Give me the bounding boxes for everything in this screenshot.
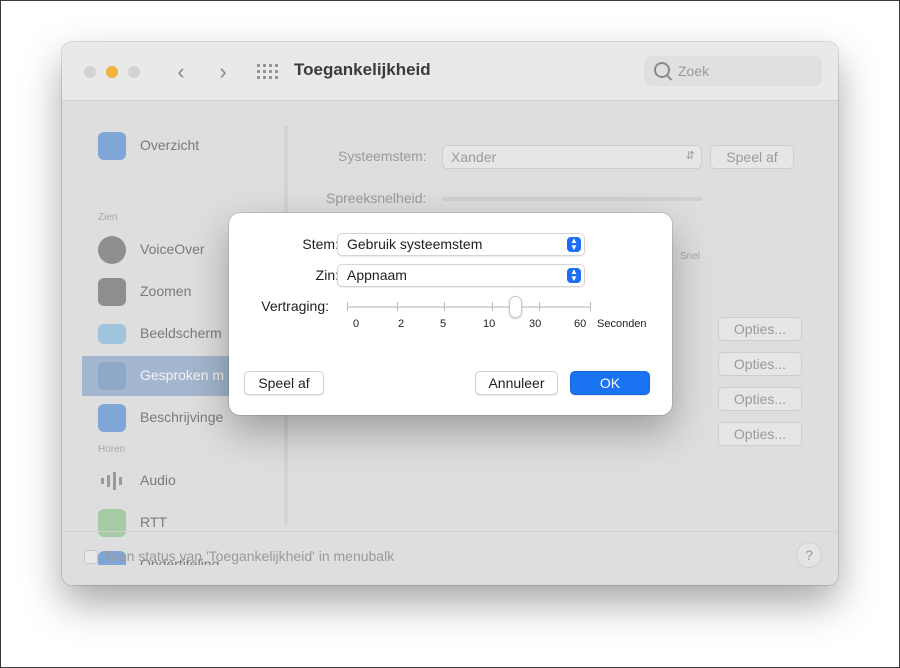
description-icon <box>98 404 126 432</box>
annuleer-button[interactable]: Annuleer <box>475 371 558 395</box>
back-chevron-icon[interactable]: ‹ <box>168 59 194 85</box>
opties-button-1[interactable]: Opties... <box>718 317 802 341</box>
minimize-button[interactable] <box>106 66 118 78</box>
snel-label: Snel <box>680 251 701 262</box>
vertraging-label: Vertraging: <box>261 298 329 314</box>
vertraging-slider-track[interactable] <box>347 306 591 308</box>
ok-button[interactable]: OK <box>570 371 650 395</box>
opties-button-4[interactable]: Opties... <box>718 422 802 446</box>
slider-tick <box>397 302 398 311</box>
tick-label: 2 <box>398 318 405 330</box>
speel-af-button[interactable]: Speel af <box>244 371 324 395</box>
close-button[interactable] <box>84 66 96 78</box>
opties-button-2[interactable]: Opties... <box>718 352 802 376</box>
stem-label: Stem: <box>302 236 339 252</box>
window-title: Toegankelijkheid <box>294 60 431 79</box>
speech-bubble-icon <box>98 362 126 390</box>
info-icon <box>98 132 126 160</box>
voiceover-icon <box>98 236 126 264</box>
slider-tick <box>590 302 591 311</box>
sidebar-section-zien: Zien <box>98 212 118 223</box>
systeemstem-value: Xander <box>451 149 497 165</box>
search-placeholder: Zoek <box>678 63 710 79</box>
seconden-label: Seconden <box>597 318 647 330</box>
stem-value: Gebruik systeemstem <box>347 236 483 252</box>
chevron-updown-icon: ⇵ <box>685 150 695 162</box>
slider-tick <box>347 302 348 311</box>
sidebar-item-label: Gesproken m <box>140 367 225 383</box>
sidebar-item-label: Overzicht <box>140 137 200 153</box>
sidebar-item-label: RTT <box>140 514 167 530</box>
bottom-bar: Toon status van 'Toegankelijkheid' in me… <box>62 531 838 585</box>
sidebar-item-label: Beschrijvinge <box>140 409 224 425</box>
status-checkbox[interactable] <box>84 550 98 564</box>
speel-af-button-bg[interactable]: Speel af <box>710 145 794 169</box>
zin-label: Zin: <box>315 267 339 283</box>
slider-tick <box>492 302 493 311</box>
spreeksnelheid-slider[interactable] <box>442 197 702 201</box>
tick-label: 60 <box>574 318 587 330</box>
chevron-updown-icon: ▲ ▼ <box>567 237 581 252</box>
systeemstem-label: Systeemstem: <box>338 148 427 164</box>
grid-icon[interactable] <box>257 64 278 80</box>
speaker-icon <box>98 467 126 495</box>
sidebar-item-label: Beeldscherm <box>140 325 222 341</box>
sidebar-item-label: Zoomen <box>140 283 192 299</box>
vertraging-slider-knob[interactable] <box>509 296 522 318</box>
opties-button-3[interactable]: Opties... <box>718 387 802 411</box>
chevron-updown-icon: ▲ ▼ <box>567 268 581 283</box>
status-text: Toon status van 'Toegankelijkheid' in me… <box>104 548 395 564</box>
sidebar-item-overzicht[interactable]: Overzicht <box>82 128 288 164</box>
slider-tick <box>444 302 445 311</box>
sidebar-item-label: VoiceOver <box>140 241 205 257</box>
help-button[interactable]: ? <box>796 542 822 568</box>
search-input[interactable]: Zoek <box>644 56 822 86</box>
titlebar: ‹ › Toegankelijkheid Zoek <box>62 42 838 101</box>
tick-label: 30 <box>529 318 542 330</box>
sidebar-item-label: Audio <box>140 472 176 488</box>
zoom-icon <box>98 278 126 306</box>
display-icon <box>98 324 126 344</box>
stem-popup[interactable]: Gebruik systeemstem ▲ ▼ <box>337 233 585 256</box>
slider-tick <box>539 302 540 311</box>
zoom-button[interactable] <box>128 66 140 78</box>
tick-label: 0 <box>353 318 360 330</box>
speech-options-dialog: Stem: Gebruik systeemstem ▲ ▼ Zin: Appnaa… <box>229 213 672 415</box>
zin-value: Appnaam <box>347 267 407 283</box>
systeemstem-select[interactable]: Xander ⇵ <box>442 145 702 169</box>
tick-label: 5 <box>440 318 447 330</box>
spreeksnelheid-label: Spreeksnelheid: <box>326 190 427 206</box>
sidebar-item-audio[interactable]: Audio <box>82 463 288 499</box>
zin-popup[interactable]: Appnaam ▲ ▼ <box>337 264 585 287</box>
search-icon <box>654 62 670 78</box>
sidebar-section-horen: Horen <box>98 444 126 455</box>
tick-label: 10 <box>483 318 496 330</box>
forward-chevron-icon[interactable]: › <box>210 59 236 85</box>
